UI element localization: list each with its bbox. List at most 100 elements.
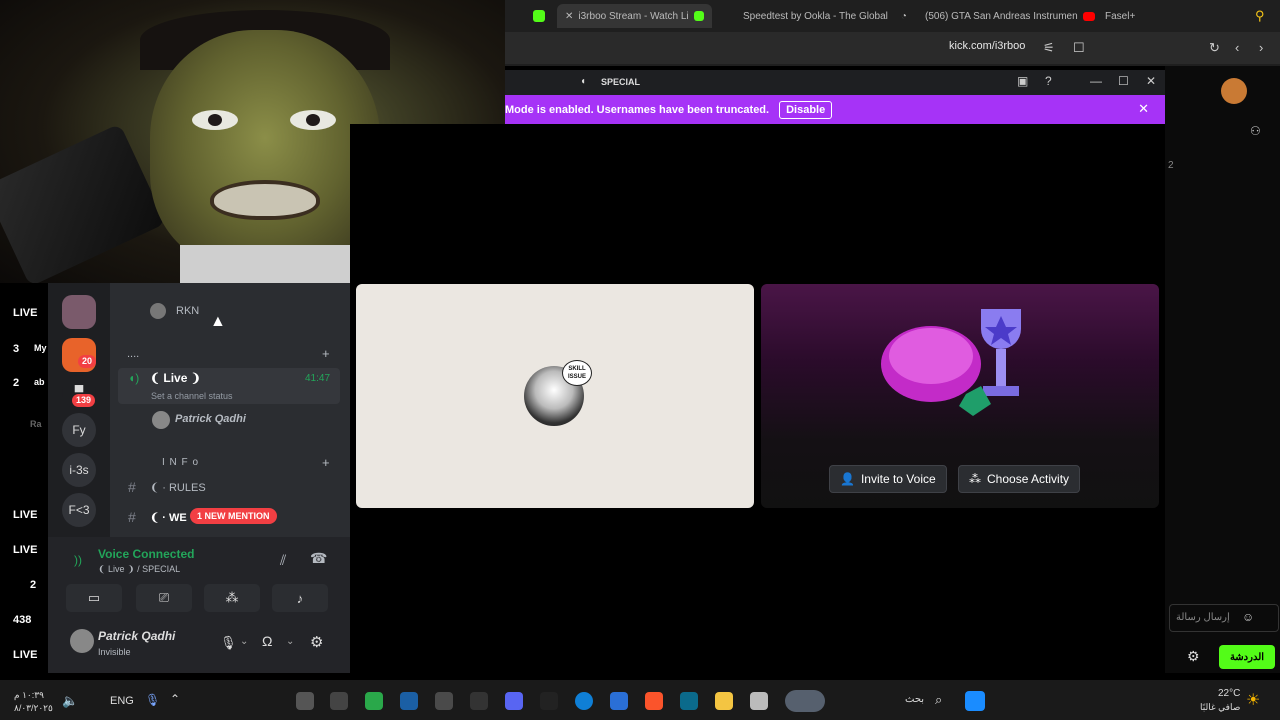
add-channel-icon[interactable]: + — [322, 346, 330, 361]
widget-icon[interactable] — [785, 690, 825, 712]
tab-kick-stream[interactable]: ✕ i3rboo Stream - Watch Li — [557, 4, 712, 28]
disable-button[interactable]: Disable — [779, 100, 833, 119]
server-i3s[interactable]: i-3s — [62, 453, 96, 487]
new-mention-badge[interactable]: 1 NEW MENTION — [190, 508, 277, 524]
bookmark-icon[interactable]: ☐ — [1073, 40, 1085, 56]
chat-placeholder: إرسال رسالة — [1176, 612, 1230, 623]
activity-label: Choose Activity — [987, 472, 1070, 486]
server-fy[interactable]: Fy — [62, 413, 96, 447]
unread-badge: 20 — [78, 355, 97, 368]
activity-icon: ⁂ — [969, 472, 981, 486]
help-icon[interactable]: ? — [1045, 74, 1052, 88]
volume-icon[interactable]: 🔈 — [62, 693, 78, 709]
folder-icon[interactable] — [715, 692, 733, 710]
microphone-icon[interactable]: 🎙 — [145, 693, 160, 707]
site-settings-icon[interactable]: ⚟ — [1043, 40, 1055, 56]
brave-icon[interactable] — [645, 692, 663, 710]
gear-icon[interactable]: ⚙ — [310, 633, 323, 651]
voice-channel-path[interactable]: ❨ Live ❩ / SPECIAL — [98, 564, 180, 575]
search-label[interactable]: بحث — [905, 694, 924, 705]
app-icon[interactable] — [435, 692, 453, 710]
close-icon[interactable]: ✕ — [1138, 101, 1149, 117]
invite-label: Invite to Voice — [860, 472, 936, 486]
spotify-icon[interactable] — [365, 692, 383, 710]
terminal-icon[interactable] — [540, 692, 558, 710]
chat-input[interactable]: إرسال رسالة ☺ — [1169, 604, 1279, 632]
store-icon[interactable] — [610, 692, 628, 710]
edge-icon[interactable] — [575, 692, 593, 710]
camera-off-icon: ▭ — [87, 590, 101, 605]
gear-icon[interactable]: ⚙ — [1187, 648, 1200, 665]
chevron-down-icon[interactable]: ⌄ — [240, 636, 248, 647]
clock-time[interactable]: ١٠:٣٩ م — [14, 690, 44, 701]
notification-icon[interactable]: ⚲ — [1255, 8, 1265, 24]
back-icon[interactable]: ‹ — [1235, 40, 1239, 55]
server-f3[interactable]: F<3 — [62, 493, 96, 527]
voice-status[interactable]: Voice Connected — [98, 547, 194, 561]
choose-activity-button[interactable]: ⁂ Choose Activity — [958, 465, 1081, 493]
avatar[interactable] — [70, 629, 94, 653]
channel-status[interactable]: Set a channel status — [151, 391, 233, 401]
member-avatar — [152, 411, 170, 429]
streamer-mode-banner: Mode is enabled. Usernames have been tru… — [505, 95, 1165, 124]
screen-share-button[interactable]: ⎚ — [136, 584, 192, 612]
add-channel-icon[interactable]: + — [322, 455, 330, 470]
tab-speedtest[interactable]: Speedtest by Ookla - The Global ◔ — [743, 4, 907, 28]
user-icon[interactable]: ⚇ — [1250, 124, 1261, 138]
speedtest-icon: ◔ — [900, 10, 907, 22]
kick-chat: ⚇ 2 إرسال رسالة ☺ ⚙ الدردشة — [1165, 66, 1280, 673]
weather-icon[interactable]: ☀ — [1246, 690, 1260, 710]
category-header[interactable]: I N F o — [162, 457, 199, 468]
weather-temp[interactable]: 22°C — [1218, 688, 1240, 699]
kick-tab-icon[interactable] — [533, 10, 545, 22]
discord-icon[interactable] — [505, 692, 523, 710]
noise-suppression-icon[interactable]: ⫽ — [280, 552, 286, 569]
chevron-down-icon[interactable]: ⌄ — [286, 636, 294, 647]
channel-rules[interactable]: ❨ · RULES — [150, 481, 206, 494]
maximize-icon[interactable]: ☐ — [1118, 74, 1129, 88]
category-header[interactable]: .... — [127, 348, 139, 360]
close-icon[interactable]: ✕ — [565, 11, 573, 22]
chat-counter: 2 — [1168, 160, 1174, 171]
banner-text: Mode is enabled. Usernames have been tru… — [505, 103, 770, 116]
avatar[interactable] — [1221, 78, 1247, 104]
epic-games-icon[interactable] — [330, 692, 348, 710]
search-icon[interactable]: ⌕ — [935, 692, 942, 708]
disconnect-icon[interactable]: ☎ — [310, 550, 327, 567]
weather-desc: صافي غالبًا — [1200, 702, 1241, 712]
inbox-icon[interactable]: ▣ — [1017, 74, 1028, 88]
language-indicator[interactable]: ENG — [110, 695, 134, 707]
clock-date[interactable]: ٨/٠٣/٢٠٢٥ — [14, 703, 53, 714]
camera-button[interactable]: ▭ — [66, 584, 122, 612]
notes-icon[interactable] — [750, 692, 768, 710]
forward-icon[interactable]: › — [1259, 40, 1263, 55]
chevron-up-icon[interactable]: ⌃ — [170, 692, 180, 706]
voice-member[interactable]: RKN — [176, 305, 199, 317]
chat-send-button[interactable]: الدردشة — [1219, 645, 1275, 669]
emoji-icon[interactable]: ☺ — [1242, 610, 1254, 624]
activity-button[interactable]: ⁂ — [204, 584, 260, 612]
windows-start-icon[interactable] — [965, 691, 985, 711]
microphone-icon[interactable]: 🎙 — [220, 635, 237, 651]
office-icon[interactable] — [680, 692, 698, 710]
tab-youtube[interactable]: (506) GTA San Andreas Instrumen — [925, 4, 1095, 28]
participant-tile[interactable]: SKILL ISSUE — [356, 284, 754, 508]
voice-channel-name: ❨ Live ❩ — [150, 371, 201, 385]
steam-icon[interactable] — [400, 692, 418, 710]
server-avatar[interactable] — [62, 295, 96, 329]
tab-fasel[interactable]: Fasel+ — [1105, 4, 1135, 28]
username[interactable]: Patrick Qadhi — [98, 629, 175, 643]
left-eye — [192, 110, 238, 130]
minimize-icon[interactable]: — — [1090, 74, 1102, 88]
voice-member[interactable]: Patrick Qadhi — [175, 413, 246, 425]
headphones-icon[interactable]: Ω — [262, 633, 272, 649]
invite-to-voice-button[interactable]: 👤 Invite to Voice — [829, 465, 947, 493]
reload-icon[interactable]: ↻ — [1209, 40, 1220, 56]
url-field[interactable]: kick.com/i3rboo — [949, 40, 1025, 52]
soundboard-button[interactable]: ♪ — [272, 584, 328, 612]
obs-icon[interactable] — [470, 692, 488, 710]
window-close-icon[interactable]: ✕ — [1146, 74, 1156, 88]
channel-we[interactable]: ❨ · WE — [150, 511, 187, 524]
mail-icon[interactable] — [296, 692, 314, 710]
stream-overlay-list: LIVE 3 My 2 ab Ra LIVE LIVE 2 438 LIVE — [0, 283, 48, 673]
